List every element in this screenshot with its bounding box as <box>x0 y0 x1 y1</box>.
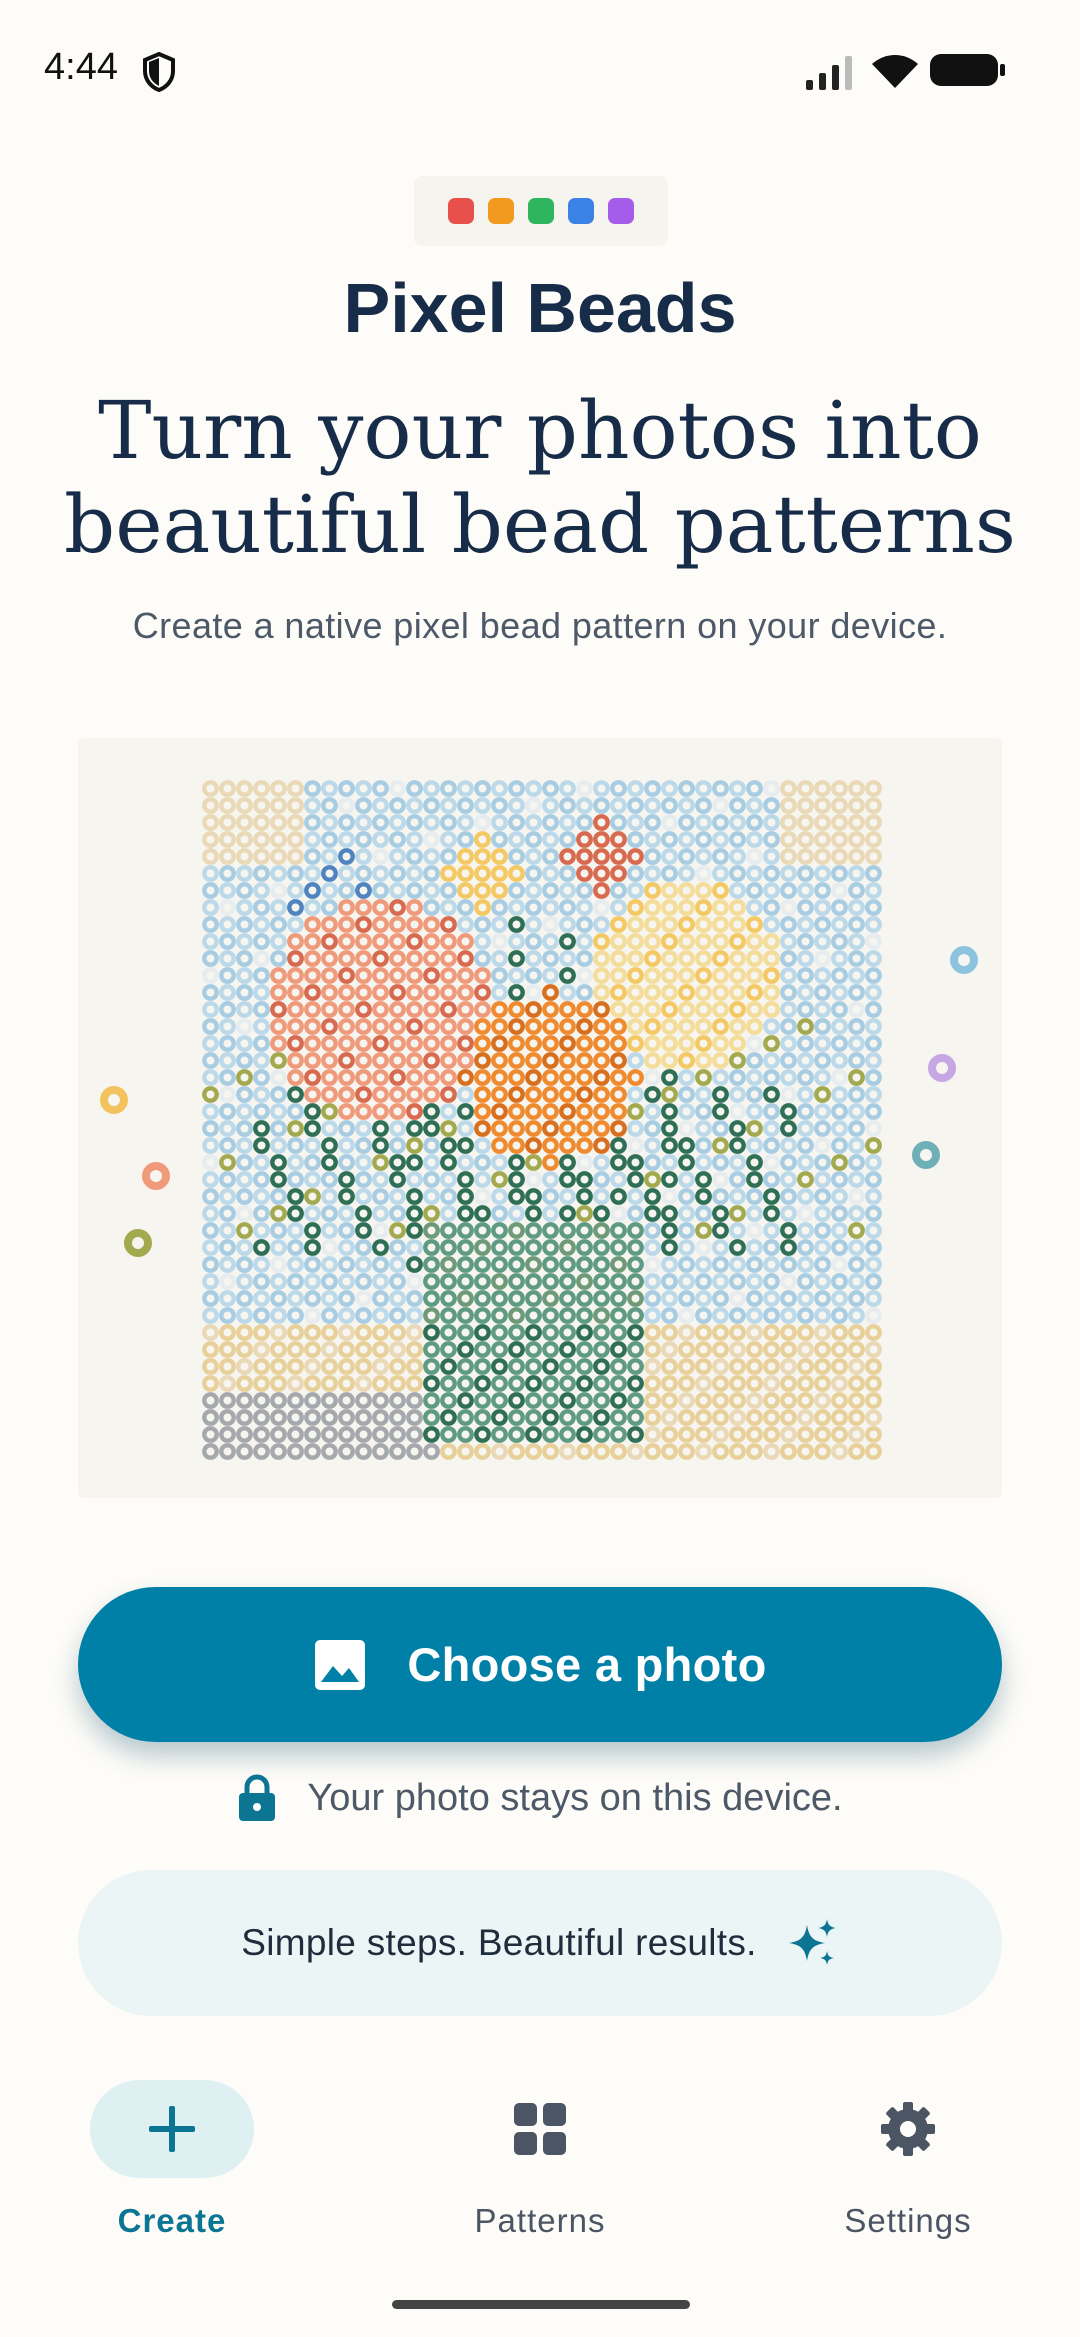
loose-bead <box>142 1162 170 1190</box>
status-bar: 4:44 <box>0 0 1080 140</box>
choose-photo-button[interactable]: Choose a photo <box>78 1587 1002 1742</box>
tip-text: Simple steps. Beautiful results. <box>241 1922 757 1963</box>
status-time: 4:44 <box>44 46 118 88</box>
nav-item-create[interactable]: Create <box>60 2080 300 2280</box>
brand-dot <box>568 198 594 224</box>
nav-settings-indicator <box>826 2080 990 2178</box>
grid-icon <box>514 2103 566 2155</box>
lock-icon <box>239 1774 276 1821</box>
shield-icon <box>143 52 175 92</box>
brand-dot <box>608 198 634 224</box>
brand-dot <box>448 198 474 224</box>
choose-photo-label: Choose a photo <box>407 1638 767 1691</box>
loose-bead <box>100 1086 128 1114</box>
signal-icon <box>806 56 852 90</box>
nav-label-create: Create <box>117 2202 227 2239</box>
brand-dot <box>528 198 554 224</box>
battery-icon <box>930 54 1005 86</box>
loose-bead <box>912 1141 940 1169</box>
page-headline: Turn your photos into beautiful bead pat… <box>64 384 1016 571</box>
loose-bead <box>950 946 978 974</box>
nav-create-indicator <box>90 2080 254 2178</box>
image-icon <box>315 1639 366 1690</box>
nav-label-settings: Settings <box>844 2202 972 2239</box>
bead-grid <box>202 780 882 1460</box>
nav-label-patterns: Patterns <box>474 2202 606 2239</box>
page-subtitle: Create a native pixel bead pattern on yo… <box>132 605 948 646</box>
privacy-note: Your photo stays on this device. <box>0 1768 1080 1828</box>
privacy-text: Your photo stays on this device. <box>307 1776 843 1819</box>
loose-bead <box>124 1229 152 1257</box>
gear-icon <box>881 2102 935 2156</box>
nav-patterns-indicator <box>458 2080 622 2178</box>
home-indicator <box>392 2300 690 2309</box>
plus-icon <box>149 2106 195 2152</box>
nav-item-settings[interactable]: Settings <box>796 2080 1036 2280</box>
sparkle-icon <box>788 1919 836 1965</box>
tip-banner: Simple steps. Beautiful results. <box>78 1870 1002 2016</box>
hero-illustration <box>78 738 1002 1498</box>
wifi-icon <box>872 55 918 88</box>
loose-bead <box>928 1054 956 1082</box>
bead-flower-vase-image <box>100 780 978 1460</box>
app-title: Pixel Beads <box>343 269 737 347</box>
bottom-nav: Create Patterns Settings <box>0 2060 1080 2290</box>
brand-dot <box>488 198 514 224</box>
nav-item-patterns[interactable]: Patterns <box>428 2080 668 2280</box>
brand-logo-dots <box>414 176 668 246</box>
